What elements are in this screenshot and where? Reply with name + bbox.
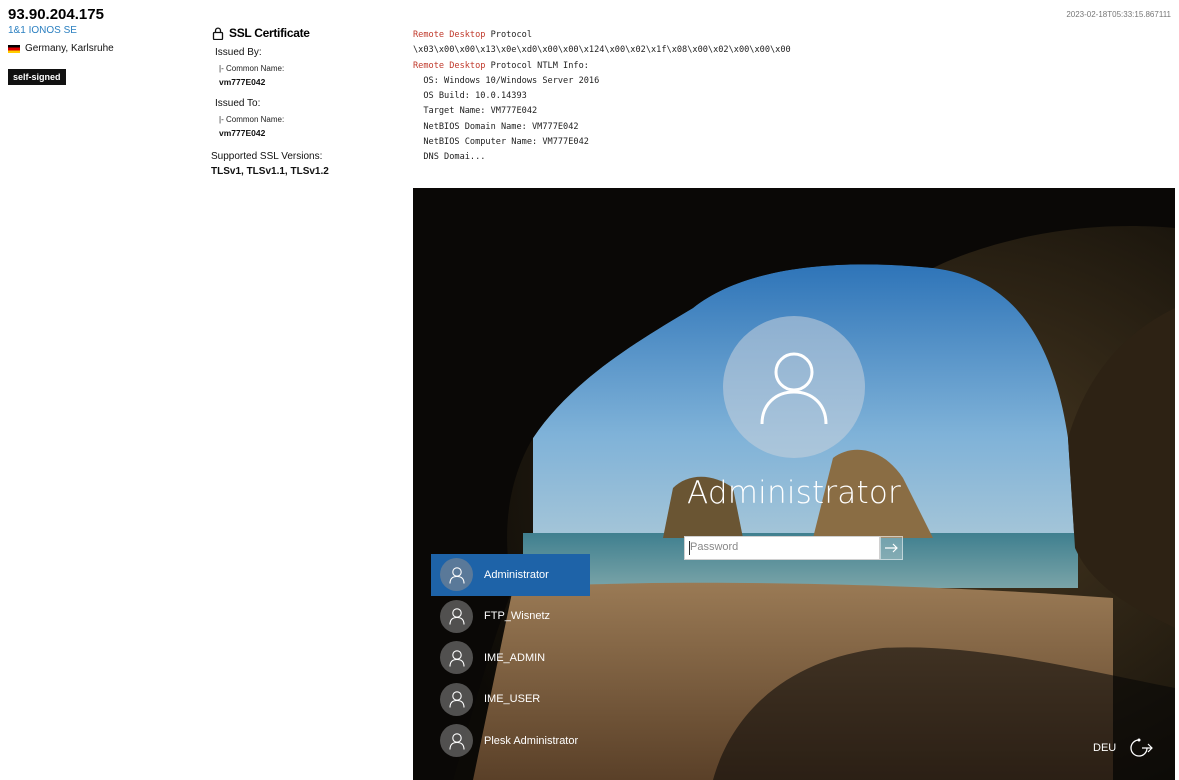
issued-by-cn-value: vm777E042 — [219, 77, 266, 87]
issued-to-cn-label: |- Common Name: — [219, 115, 285, 124]
user-name: FTP_Wisnetz — [484, 610, 551, 623]
issued-to-cn-value: vm777E042 — [219, 128, 266, 138]
user-avatar — [723, 316, 865, 458]
banner-keyword: Remote Desktop — [413, 30, 486, 40]
ssl-certificate-heading: SSL Certificate — [212, 26, 310, 40]
ease-of-access-button[interactable] — [1127, 737, 1153, 764]
user-name: IME_ADMIN — [484, 651, 546, 664]
lock-icon — [212, 26, 224, 40]
user-name: Administrator — [484, 568, 549, 581]
user-list-item[interactable]: IME_USER — [431, 679, 590, 721]
location: Germany, Karlsruhe — [8, 43, 114, 54]
banner-keyword: Remote Desktop — [413, 60, 486, 71]
language-indicator[interactable]: DEU — [1093, 742, 1116, 754]
issued-by-cn-label: |- Common Name: — [219, 64, 285, 73]
banner-line: DNS Domai... — [413, 152, 486, 163]
user-icon — [440, 641, 473, 675]
issued-to-label: Issued To: — [215, 98, 261, 109]
ssl-title: SSL Certificate — [229, 26, 310, 40]
user-icon — [440, 558, 473, 592]
banner-line: \x03\x00\x00\x13\x0e\xd0\x00\x00\x124\x0… — [413, 45, 791, 56]
location-text: Germany, Karlsruhe — [25, 43, 114, 54]
ssl-versions-value: TLSv1, TLSv1.1, TLSv1.2 — [211, 166, 329, 177]
user-list-item[interactable]: FTP_Wisnetz — [431, 596, 590, 638]
ease-of-access-icon — [1130, 738, 1153, 757]
user-list-item[interactable]: Plesk Administrator — [431, 720, 590, 762]
banner-line: NetBIOS Computer Name: VM777E042 — [413, 137, 589, 148]
submit-button[interactable] — [880, 536, 903, 560]
issued-by-label: Issued By: — [215, 47, 262, 58]
user-icon — [440, 724, 473, 758]
user-icon — [760, 352, 828, 425]
service-banner: Remote Desktop Protocol \x03\x00\x00\x13… — [413, 28, 791, 166]
banner-line: OS: Windows 10/Windows Server 2016 — [413, 75, 600, 86]
password-input[interactable]: Password — [684, 536, 880, 560]
scan-timestamp: 2023-02-18T05:33:15.867111 — [1066, 10, 1171, 19]
user-icon — [440, 682, 473, 716]
banner-line: Target Name: VM777E042 — [413, 106, 538, 117]
banner-line: NetBIOS Domain Name: VM777E042 — [413, 121, 579, 132]
self-signed-badge[interactable]: self-signed — [8, 69, 66, 85]
user-list-item[interactable]: Administrator — [431, 554, 590, 596]
banner-line: Protocol — [485, 30, 533, 40]
user-name: IME_USER — [484, 693, 541, 706]
user-list-item[interactable]: IME_ADMIN — [431, 637, 590, 679]
selected-username: Administrator — [687, 475, 901, 511]
banner-line: OS Build: 10.0.14393 — [413, 91, 527, 102]
user-name: Plesk Administrator — [484, 734, 579, 747]
rdp-screenshot: Administrator Password Administrator FTP… — [413, 188, 1175, 780]
user-icon — [440, 599, 473, 633]
user-list: Administrator FTP_Wisnetz IME_ADMIN IME_… — [431, 554, 590, 762]
banner-line: Protocol NTLM Info: — [485, 60, 589, 71]
flag-germany-icon — [8, 44, 20, 53]
host-ip: 93.90.204.175 — [8, 6, 104, 23]
organization-link[interactable]: 1&1 IONOS SE — [8, 25, 77, 36]
arrow-right-icon — [884, 543, 898, 553]
ssl-versions-label: Supported SSL Versions: — [211, 151, 323, 162]
